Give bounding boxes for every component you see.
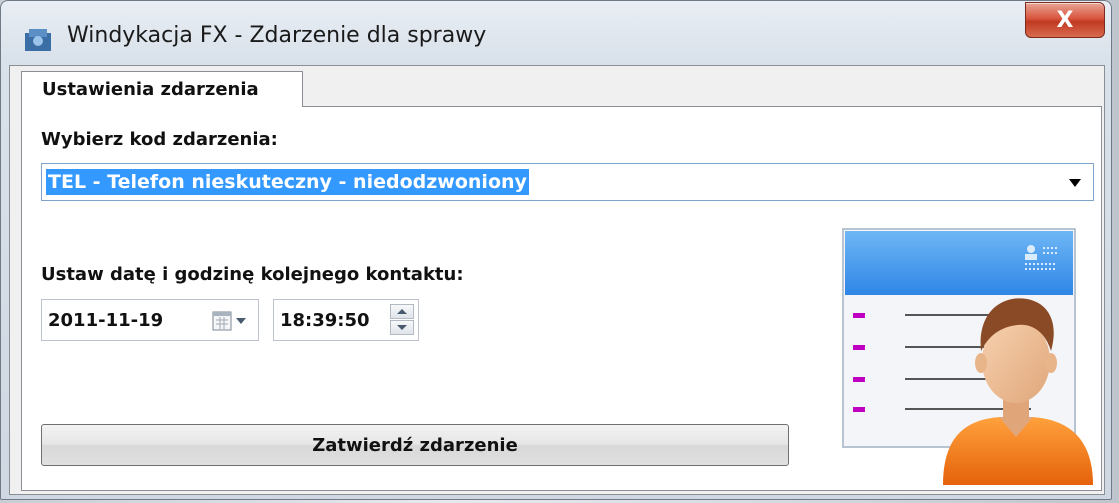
date-picker[interactable]: 2011-11-19 (41, 299, 259, 341)
event-code-label: Wybierz kod zdarzenia: (41, 129, 278, 150)
contact-card-person-icon (842, 228, 1093, 485)
chevron-down-icon[interactable] (1069, 179, 1081, 187)
tab-label: Ustawienia zdarzenia (42, 79, 259, 100)
submit-event-button[interactable]: Zatwierdź zdarzenie (41, 424, 789, 466)
dialog-window: Windykacja FX - Zdarzenie dla sprawy X U… (0, 0, 1112, 500)
window-title: Windykacja FX - Zdarzenie dla sprawy (67, 23, 487, 48)
tab-ustawienia-zdarzenia[interactable]: Ustawienia zdarzenia (21, 71, 303, 107)
close-icon: X (1056, 7, 1074, 33)
title-bar[interactable]: Windykacja FX - Zdarzenie dla sprawy X (1, 1, 1111, 63)
event-code-select[interactable]: TEL - Telefon nieskuteczny - niedodzwoni… (41, 163, 1094, 201)
close-button[interactable]: X (1025, 2, 1105, 38)
time-value[interactable]: 18:39:50 (280, 310, 370, 331)
app-icon (25, 29, 51, 51)
time-spinner[interactable] (390, 304, 414, 336)
next-contact-label: Ustaw datę i godzinę kolejnego kontaktu: (41, 264, 464, 285)
spin-up-button[interactable] (390, 304, 414, 319)
submit-event-label: Zatwierdź zdarzenie (312, 434, 518, 456)
calendar-icon[interactable] (212, 311, 250, 331)
date-value[interactable]: 2011-11-19 (48, 310, 163, 331)
time-picker[interactable]: 18:39:50 (273, 299, 419, 341)
event-code-selected-value: TEL - Telefon nieskuteczny - niedodzwoni… (46, 169, 529, 195)
spin-down-button[interactable] (390, 320, 414, 335)
